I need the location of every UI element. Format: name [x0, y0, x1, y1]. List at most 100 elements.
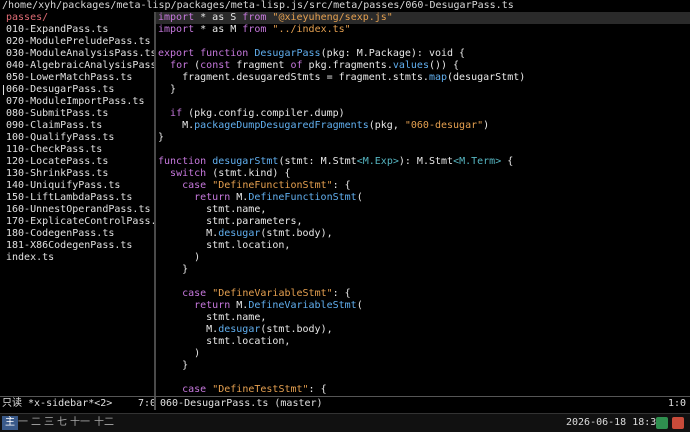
code-line: stmt.name,: [156, 312, 690, 324]
code-token: }: [158, 84, 177, 95]
sidebar-file-item[interactable]: 020-ModulePreludePass.ts: [0, 36, 154, 48]
file-sidebar[interactable]: passes/ 010-ExpandPass.ts 020-ModulePrelu…: [0, 12, 154, 396]
sidebar-cursor: [3, 85, 4, 95]
code-token: "DefineFunctionStmt": [212, 180, 333, 191]
code-line: switch (stmt.kind) {: [156, 168, 690, 180]
workspace-button[interactable]: 十二: [91, 416, 117, 430]
sidebar-buffer-label: 只读 *x-sidebar*<2>: [2, 398, 113, 409]
code-token: export function: [158, 48, 249, 59]
code-token: DefineFunctionStmt: [248, 192, 357, 203]
code-token: const: [200, 60, 231, 71]
code-line: case "DefineFunctionStmt": {: [156, 180, 690, 192]
code-token: * as M: [194, 24, 243, 35]
code-line: import * as S from "@xieyuheng/sexp.js": [156, 12, 690, 24]
code-token: for: [170, 60, 189, 71]
code-token: desugarStmt: [212, 156, 279, 167]
code-token: stmt.location,: [158, 336, 291, 347]
sidebar-file-item[interactable]: 010-ExpandPass.ts: [0, 24, 154, 36]
code-token: stmt.name,: [158, 312, 267, 323]
sidebar-file-item[interactable]: 040-AlgebraicAnalysisPass.ts: [0, 60, 154, 72]
code-line: ): [156, 348, 690, 360]
taskbar: 主一二三七十一 十二 2026-06-18 18:30: [0, 413, 690, 432]
network-tray-icon[interactable]: [656, 417, 668, 429]
code-line: return M.DefineVariableStmt(: [156, 300, 690, 312]
editor-cursor-position: 1:0: [667, 398, 686, 409]
code-token: fragment: [230, 60, 291, 71]
sidebar-file-item[interactable]: 130-ShrinkPass.ts: [0, 168, 154, 180]
code-line: M.desugar(stmt.body),: [156, 228, 690, 240]
code-token: "@xieyuheng/sexp.js": [272, 12, 393, 23]
sidebar-file-item[interactable]: 090-ClaimPass.ts: [0, 120, 154, 132]
code-token: packageDumpDesugaredFragments: [194, 120, 369, 131]
sidebar-file-item[interactable]: 030-ModuleAnalysisPass.ts: [0, 48, 154, 60]
code-editor[interactable]: import * as S from "@xieyuheng/sexp.js" i…: [156, 12, 690, 396]
code-token: M.: [230, 300, 249, 311]
app-tray-icon[interactable]: [672, 417, 684, 429]
sidebar-file-item[interactable]: 140-UniquifyPass.ts: [0, 180, 154, 192]
code-token: desugar: [218, 228, 261, 239]
sidebar-file-item[interactable]: 181-X86CodegenPass.ts: [0, 240, 154, 252]
code-line: import * as M from "../index.ts": [156, 24, 690, 36]
code-token: if: [170, 108, 183, 119]
code-line: stmt.parameters,: [156, 216, 690, 228]
code-line: for (const fragment of pkg.fragments.val…: [156, 60, 690, 72]
code-line: return M.DefineFunctionStmt(: [156, 192, 690, 204]
code-token: : {: [308, 384, 327, 395]
code-token: (stmt.body),: [260, 228, 333, 239]
code-token: pkg.fragments.: [302, 60, 393, 71]
code-token: values: [392, 60, 429, 71]
code-token: map: [428, 72, 447, 83]
code-token: }: [158, 360, 189, 371]
sidebar-file-item[interactable]: 050-LowerMatchPass.ts: [0, 72, 154, 84]
code-line: stmt.location,: [156, 336, 690, 348]
code-line: }: [156, 132, 690, 144]
code-token: (: [356, 300, 363, 311]
code-line: export function DesugarPass(pkg: M.Packa…: [156, 48, 690, 60]
code-token: stmt.name,: [158, 204, 267, 215]
sidebar-file-item[interactable]: 120-LocatePass.ts: [0, 156, 154, 168]
code-line: }: [156, 360, 690, 372]
code-token: "DefineVariableStmt": [212, 288, 333, 299]
code-line: stmt.name,: [156, 204, 690, 216]
sidebar-file-item[interactable]: 080-SubmitPass.ts: [0, 108, 154, 120]
code-token: desugar: [218, 324, 261, 335]
sidebar-file-item[interactable]: 060-DesugarPass.ts: [0, 84, 154, 96]
code-token: * as S: [194, 12, 243, 23]
code-token: DesugarPass: [254, 48, 321, 59]
code-token: }: [158, 264, 189, 275]
code-token: import: [158, 24, 195, 35]
mode-line: 只读 *x-sidebar*<2> 7:0 060-DesugarPass.ts…: [0, 396, 690, 410]
code-token: {: [501, 156, 514, 167]
sidebar-file-item[interactable]: 150-LiftLambdaPass.ts: [0, 192, 154, 204]
code-token: of: [290, 60, 303, 71]
sidebar-directory[interactable]: passes/: [0, 12, 154, 24]
code-token: stmt.parameters,: [158, 216, 303, 227]
code-token: fragment.desugaredStmts = fragment.stmts…: [158, 72, 429, 83]
code-line: stmt.location,: [156, 240, 690, 252]
sidebar-file-item[interactable]: 110-CheckPass.ts: [0, 144, 154, 156]
code-token: ): [483, 120, 490, 131]
code-token: case: [182, 288, 207, 299]
code-token: stmt.location,: [158, 240, 291, 251]
sidebar-file-item[interactable]: 100-QualifyPass.ts: [0, 132, 154, 144]
code-token: ): M.Stmt: [398, 156, 454, 167]
code-token: (stmt.kind) {: [206, 168, 291, 179]
sidebar-file-item[interactable]: 170-ExplicateControlPass.ts: [0, 216, 154, 228]
code-token: (desugarStmt): [447, 72, 526, 83]
sidebar-file-item[interactable]: 160-UnnestOperandPass.ts: [0, 204, 154, 216]
sidebar-file-item[interactable]: 180-CodegenPass.ts: [0, 228, 154, 240]
code-line: case "DefineVariableStmt": {: [156, 288, 690, 300]
sidebar-file-item[interactable]: index.ts: [0, 252, 154, 264]
sidebar-file-item[interactable]: 070-ModuleImportPass.ts: [0, 96, 154, 108]
code-token: "../index.ts": [272, 24, 351, 35]
code-token: (stmt: M.Stmt: [278, 156, 357, 167]
workspace-button[interactable]: 十一: [67, 416, 93, 430]
code-token: M.: [158, 228, 219, 239]
code-token: }: [158, 132, 165, 143]
